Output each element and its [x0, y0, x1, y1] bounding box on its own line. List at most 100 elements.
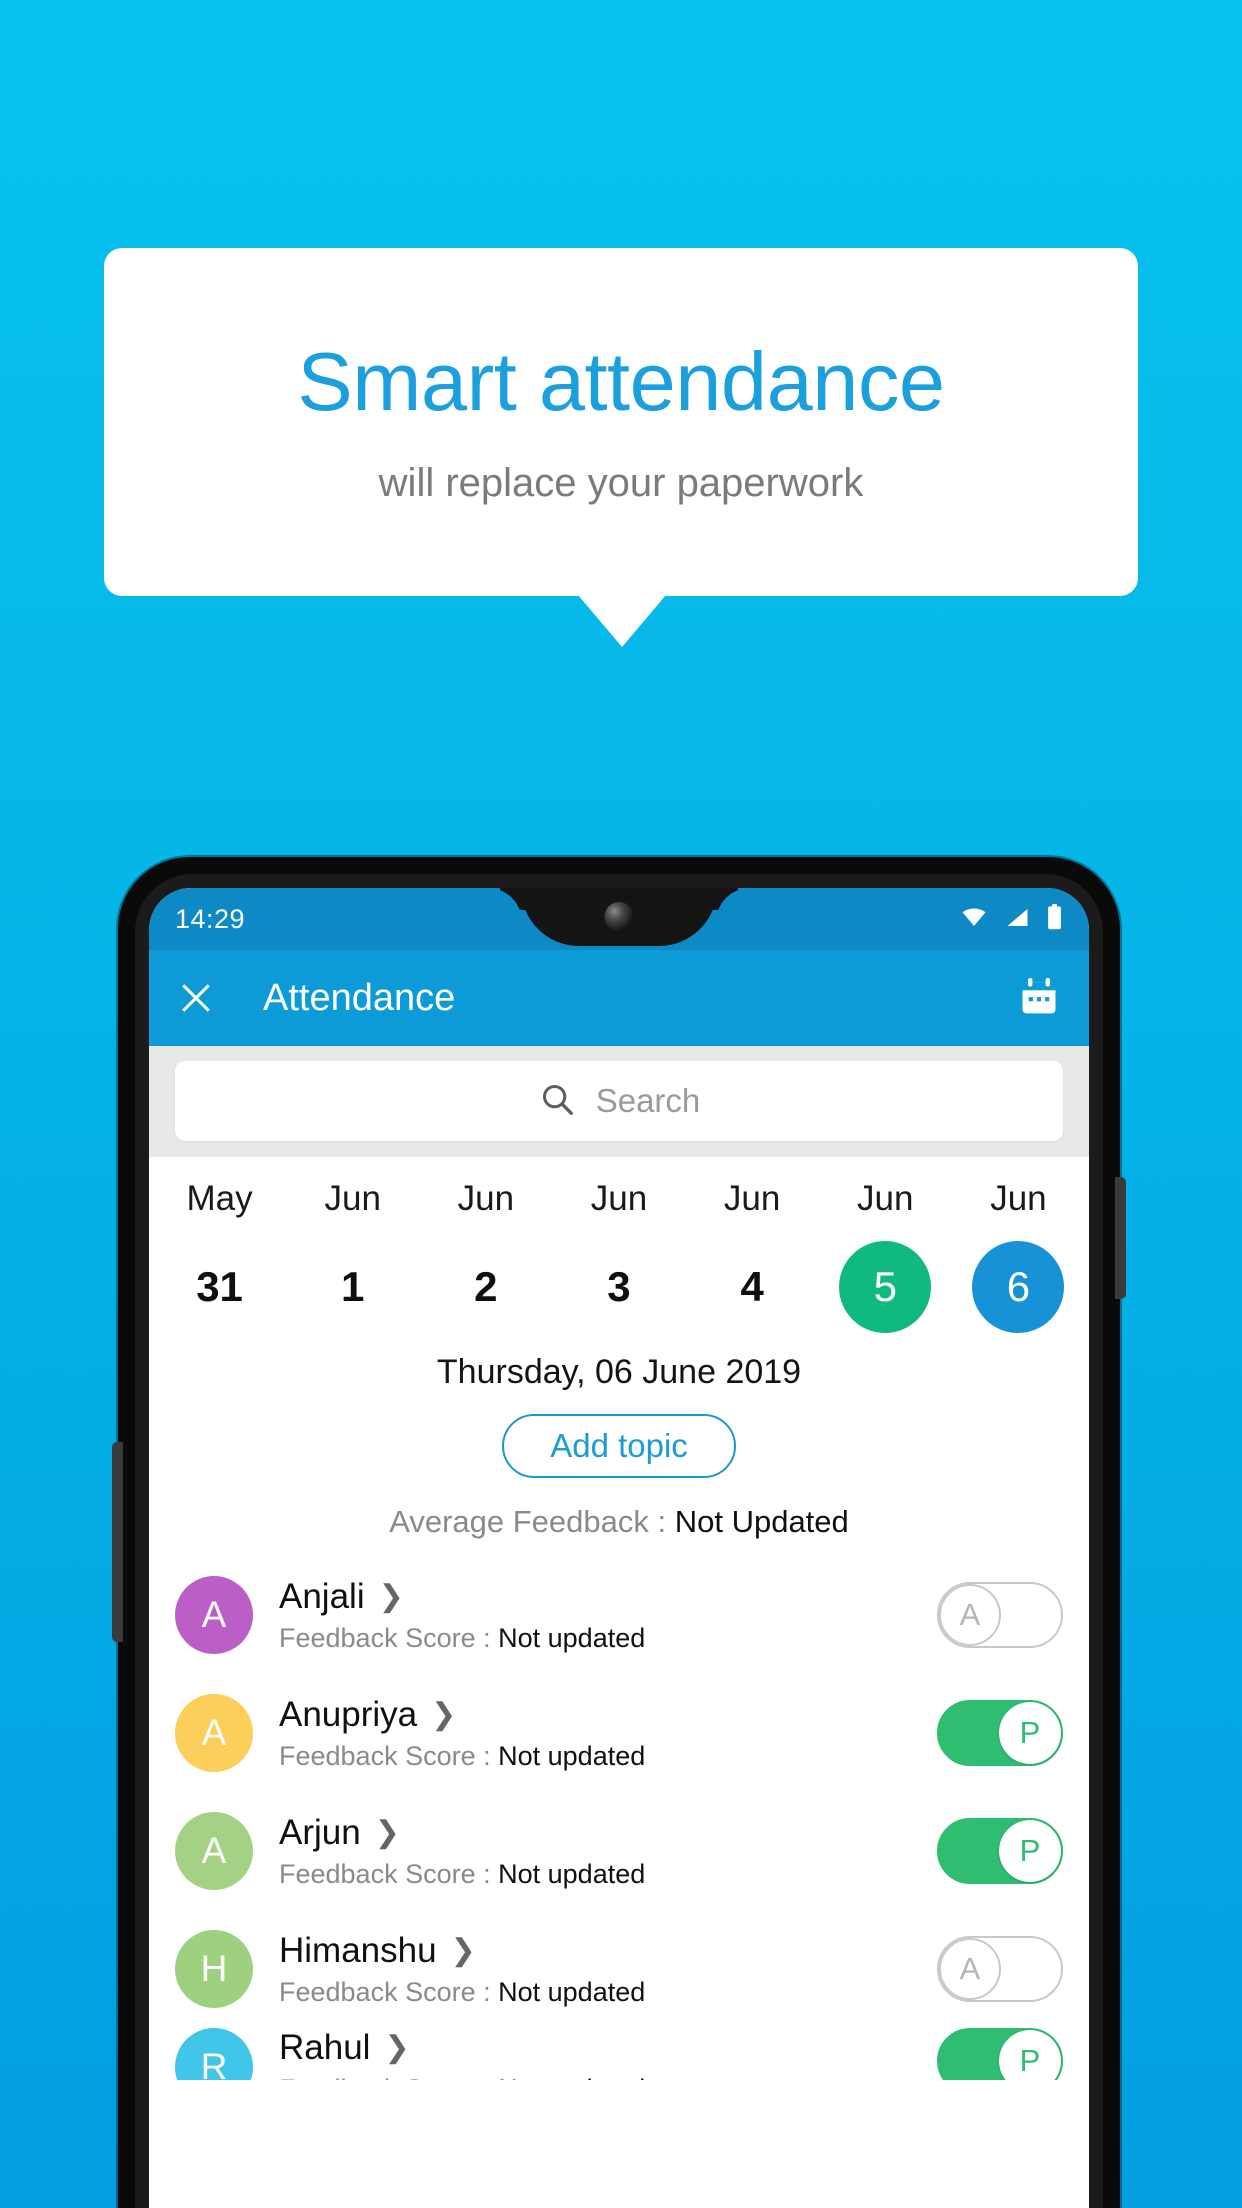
front-camera: [604, 902, 634, 931]
table-row[interactable]: A Anjali ❯ Feedback Score : Not updated …: [149, 1556, 1089, 1674]
date-number-wrap: 3: [573, 1241, 665, 1333]
student-name: Rahul: [279, 2028, 371, 2067]
date-month: Jun: [990, 1179, 1047, 1218]
feedback-value: Not updated: [498, 1740, 646, 1771]
date-cell[interactable]: May 31: [153, 1179, 286, 1333]
average-feedback-label: Average Feedback :: [389, 1504, 675, 1539]
battery-icon: [1046, 903, 1063, 935]
add-topic-button[interactable]: Add topic: [502, 1414, 736, 1478]
student-info: Rahul ❯ Feedback Score : Not updated: [279, 2028, 937, 2080]
phone-mockup: 14:29 Attendance Search May 31 Jun 1 Jun…: [112, 857, 1126, 2208]
student-name-row[interactable]: Rahul ❯: [279, 2028, 937, 2068]
date-month: Jun: [457, 1179, 515, 1218]
student-name: Himanshu: [279, 1930, 437, 1970]
date-cell-marked[interactable]: Jun 5: [819, 1179, 952, 1333]
avatar: A: [175, 1812, 253, 1890]
student-name-row[interactable]: Himanshu ❯: [279, 1931, 937, 1971]
avatar: H: [175, 1930, 253, 2008]
student-name: Anupriya: [279, 1694, 418, 1734]
date-cell[interactable]: Jun 1: [286, 1179, 419, 1333]
date-month: Jun: [857, 1179, 914, 1218]
status-time: 14:29: [175, 903, 246, 934]
wifi-icon: [959, 905, 989, 934]
chevron-right-icon[interactable]: ❯: [384, 2033, 409, 2063]
attendance-toggle-knob: P: [999, 1820, 1061, 1882]
close-icon[interactable]: [177, 979, 215, 1017]
calendar-icon[interactable]: [1017, 974, 1061, 1023]
student-name: Arjun: [279, 1812, 361, 1852]
student-list: A Anjali ❯ Feedback Score : Not updated …: [149, 1556, 1089, 2080]
feedback-value: Not updated: [498, 1858, 646, 1889]
avatar: A: [175, 1576, 253, 1654]
table-row[interactable]: R Rahul ❯ Feedback Score : Not updated P: [149, 2028, 1089, 2080]
average-feedback-value: Not Updated: [674, 1504, 849, 1539]
chevron-right-icon[interactable]: ❯: [431, 1699, 456, 1730]
attendance-toggle[interactable]: P: [937, 1700, 1063, 1766]
attendance-toggle[interactable]: A: [937, 1582, 1063, 1648]
date-cell[interactable]: Jun 2: [419, 1179, 552, 1333]
feedback-label: Feedback Score :: [279, 1858, 499, 1889]
date-number: 4: [740, 1263, 764, 1310]
signal-icon: [1004, 905, 1031, 934]
phone-screen: 14:29 Attendance Search May 31 Jun 1 Jun…: [149, 888, 1089, 2208]
date-month: May: [186, 1179, 253, 1218]
promo-card-tail: [578, 595, 666, 647]
date-number: 5: [873, 1263, 897, 1310]
attendance-toggle[interactable]: P: [937, 1818, 1063, 1884]
chevron-right-icon[interactable]: ❯: [375, 1817, 400, 1848]
status-icons: [959, 903, 1063, 935]
feedback-label: Feedback Score :: [279, 1622, 499, 1653]
promo-subtitle: will replace your paperwork: [378, 461, 864, 506]
feedback-line: Feedback Score : Not updated: [279, 1623, 937, 1654]
date-cell[interactable]: Jun 3: [552, 1179, 685, 1333]
chevron-right-icon[interactable]: ❯: [379, 1581, 404, 1612]
feedback-value: Not updated: [498, 2074, 645, 2080]
status-bar: 14:29: [149, 888, 1089, 950]
student-info: Arjun ❯ Feedback Score : Not updated: [279, 1813, 937, 1890]
date-cell-selected[interactable]: Jun 6: [952, 1179, 1085, 1333]
feedback-line: Feedback Score : Not updated: [279, 2074, 937, 2080]
student-name-row[interactable]: Anupriya ❯: [279, 1695, 937, 1735]
power-button[interactable]: [1115, 1177, 1126, 1299]
date-number-wrap: 5: [839, 1241, 932, 1333]
feedback-label: Feedback Score :: [279, 1740, 499, 1771]
promo-card: Smart attendance will replace your paper…: [104, 248, 1138, 596]
chevron-right-icon[interactable]: ❯: [451, 1935, 476, 1966]
attendance-toggle[interactable]: A: [937, 1936, 1063, 2002]
student-info: Anjali ❯ Feedback Score : Not updated: [279, 1577, 937, 1654]
date-cell[interactable]: Jun 4: [686, 1179, 819, 1333]
date-number-wrap: 4: [706, 1241, 798, 1333]
average-feedback: Average Feedback : Not Updated: [149, 1504, 1089, 1540]
volume-button[interactable]: [112, 1442, 123, 1642]
attendance-toggle-knob: A: [939, 1584, 1001, 1646]
search-section: Search: [149, 1046, 1089, 1157]
feedback-value: Not updated: [498, 1622, 646, 1653]
date-month: Jun: [324, 1179, 381, 1218]
date-number: 6: [1006, 1263, 1031, 1310]
attendance-toggle-knob: P: [999, 1702, 1061, 1764]
table-row[interactable]: H Himanshu ❯ Feedback Score : Not update…: [149, 1910, 1089, 2028]
feedback-label: Feedback Score :: [279, 1976, 499, 2007]
student-name-row[interactable]: Arjun ❯: [279, 1813, 937, 1853]
app-bar: Attendance: [149, 950, 1089, 1046]
search-input[interactable]: Search: [175, 1061, 1063, 1141]
table-row[interactable]: A Anupriya ❯ Feedback Score : Not update…: [149, 1674, 1089, 1792]
date-number-wrap: 2: [440, 1241, 532, 1333]
date-number: 1: [341, 1263, 365, 1310]
selected-day-header: Thursday, 06 June 2019: [436, 1353, 802, 1391]
date-number-wrap: 6: [972, 1241, 1065, 1333]
date-number: 2: [474, 1263, 498, 1310]
date-number-wrap: 31: [174, 1241, 266, 1333]
table-row[interactable]: A Arjun ❯ Feedback Score : Not updated P: [149, 1792, 1089, 1910]
student-name: Anjali: [279, 1576, 365, 1616]
student-info: Himanshu ❯ Feedback Score : Not updated: [279, 1931, 937, 2008]
add-topic-row: Add topic: [149, 1414, 1089, 1478]
date-number: 31: [196, 1263, 243, 1310]
attendance-toggle[interactable]: P: [937, 2028, 1063, 2080]
search-icon: [538, 1080, 576, 1123]
date-number-wrap: 1: [307, 1241, 399, 1333]
avatar: R: [175, 2028, 253, 2080]
date-number: 3: [607, 1263, 631, 1310]
avatar: A: [175, 1694, 253, 1772]
student-name-row[interactable]: Anjali ❯: [279, 1577, 937, 1617]
